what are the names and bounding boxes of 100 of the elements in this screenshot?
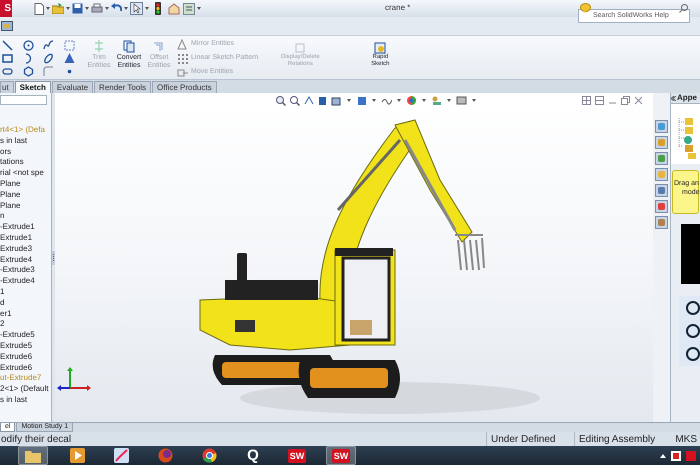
flag-icon[interactable]	[671, 450, 681, 460]
dropdown-caret-icon[interactable]	[347, 99, 351, 102]
dropdown-caret-icon[interactable]	[197, 7, 201, 10]
panel-splitter-handle[interactable]	[52, 250, 55, 264]
preview-placeholder	[681, 224, 700, 284]
section-view-icon[interactable]	[317, 95, 328, 106]
tree-item[interactable]: -Extrude4	[0, 276, 51, 287]
tab[interactable]: ut	[0, 81, 14, 93]
axis-triad-icon	[57, 367, 91, 391]
tree-item[interactable]: Extrude6	[0, 352, 51, 363]
dropdown-caret-icon[interactable]	[145, 7, 149, 10]
units-indicator[interactable]: MKS	[674, 432, 700, 446]
dropdown-caret-icon[interactable]	[397, 99, 401, 102]
ellipse-tool-icon[interactable]	[43, 53, 54, 64]
command-manager-icon[interactable]	[1, 20, 13, 32]
tab[interactable]: Render Tools	[94, 81, 152, 93]
circle-tool-icon[interactable]	[22, 40, 34, 51]
status-message: odify their decal	[0, 432, 72, 446]
tree-item[interactable]: 1	[0, 286, 51, 298]
dropdown-caret-icon[interactable]	[447, 99, 451, 102]
search-icon[interactable]	[679, 4, 688, 13]
undo-icon[interactable]	[111, 3, 122, 14]
tree-item[interactable]: Plane	[0, 200, 51, 212]
file-properties-icon[interactable]	[168, 2, 180, 14]
split-vertical-icon[interactable]	[595, 96, 604, 105]
split-view-icon[interactable]	[582, 96, 591, 105]
tree-item[interactable]: -Extrude1	[0, 222, 51, 233]
tree-item[interactable]: Extrude5	[0, 340, 51, 352]
line-tool-icon[interactable]	[2, 40, 13, 51]
tree-item[interactable]: ors	[0, 146, 51, 158]
app-logo[interactable]: S	[0, 0, 12, 17]
view-orientation-icon[interactable]	[331, 95, 342, 106]
taskbar-button[interactable]: Q	[238, 446, 268, 465]
appearance-icon[interactable]	[406, 95, 417, 106]
tree-item[interactable]: s in last	[0, 394, 51, 406]
text-tool-icon[interactable]	[64, 53, 74, 64]
show-hidden-icons-icon[interactable]	[660, 454, 666, 458]
save-icon[interactable]	[72, 3, 83, 14]
taskbar-button[interactable]: SW	[326, 446, 356, 465]
tree-item[interactable]: 2<1> (Default	[0, 384, 51, 395]
tree-item[interactable]: Plane	[0, 190, 51, 201]
tree-item[interactable]: er1	[0, 308, 51, 320]
dropdown-caret-icon[interactable]	[46, 7, 50, 10]
convert-entities-icon	[123, 40, 135, 53]
close-icon[interactable]	[634, 96, 643, 105]
dropdown-caret-icon[interactable]	[66, 7, 70, 10]
dropdown-caret-icon[interactable]	[372, 99, 376, 102]
tree-item[interactable]: -Extrude5	[0, 330, 51, 341]
tree-item[interactable]: Extrude6	[0, 362, 51, 374]
tab[interactable]: Sketch	[14, 81, 51, 93]
dropdown-caret-icon[interactable]	[422, 99, 426, 102]
tree-filter-field[interactable]	[0, 95, 47, 105]
pane-title: Appe	[677, 93, 697, 104]
dropdown-caret-icon[interactable]	[472, 99, 476, 102]
globe-icon	[158, 448, 172, 463]
appearances-icon[interactable]	[655, 200, 668, 213]
dropdown-caret-icon[interactable]	[85, 7, 89, 10]
play-icon	[70, 448, 84, 463]
dropdown-caret-icon[interactable]	[124, 7, 128, 10]
open-folder-icon[interactable]	[52, 3, 64, 14]
tree-item[interactable]: Extrude1	[0, 232, 51, 244]
new-document-icon[interactable]	[34, 2, 44, 14]
rectangle-tool-icon[interactable]	[2, 53, 13, 64]
view-settings-icon[interactable]	[456, 95, 467, 106]
previous-view-icon[interactable]	[303, 95, 314, 106]
tree-item[interactable]: Plane	[0, 178, 51, 190]
tree-item[interactable]: rial <not spe	[0, 168, 51, 179]
tree-item[interactable]: -Extrude3	[0, 265, 51, 276]
polygon-tool-icon[interactable]	[22, 66, 34, 77]
tree-item[interactable]: Extrude3	[0, 244, 51, 255]
rapid-sketch-icon	[374, 42, 386, 54]
taskbar-button[interactable]: SW	[282, 446, 312, 465]
zoom-fit-icon[interactable]	[275, 95, 286, 106]
relations-icon	[294, 42, 306, 54]
dropdown-caret-icon[interactable]	[105, 7, 109, 10]
traffic-light-icon[interactable]	[155, 2, 161, 15]
trim-icon	[93, 40, 105, 53]
mirror-icon	[177, 38, 189, 50]
scene-icon[interactable]	[431, 95, 442, 106]
printer-icon[interactable]	[91, 3, 103, 14]
tree-item[interactable]: Extrude4	[0, 254, 51, 266]
paint-icon	[114, 448, 128, 463]
display-style-icon[interactable]	[356, 95, 367, 106]
options-icon[interactable]	[183, 2, 195, 14]
select-cursor-icon[interactable]	[130, 2, 143, 15]
sketch-picture-icon[interactable]	[64, 40, 74, 51]
move-icon	[177, 66, 189, 78]
spline-tool-icon[interactable]	[43, 40, 54, 51]
chevron-icon[interactable]	[671, 96, 676, 100]
tab[interactable]: Evaluate	[52, 81, 94, 93]
tree-item[interactable]: s in last	[0, 136, 51, 147]
slot-tool-icon[interactable]	[2, 66, 13, 77]
tab[interactable]: Office Products	[152, 81, 217, 93]
restore-icon[interactable]	[621, 96, 630, 105]
tree-item[interactable]: n	[0, 211, 51, 222]
zoom-area-icon[interactable]	[289, 95, 300, 106]
document-recovery-icon[interactable]	[655, 184, 668, 197]
tree-item[interactable]: 2	[0, 319, 51, 330]
tree-item[interactable]: tations	[0, 157, 51, 168]
tree-item[interactable]: d	[0, 298, 51, 309]
